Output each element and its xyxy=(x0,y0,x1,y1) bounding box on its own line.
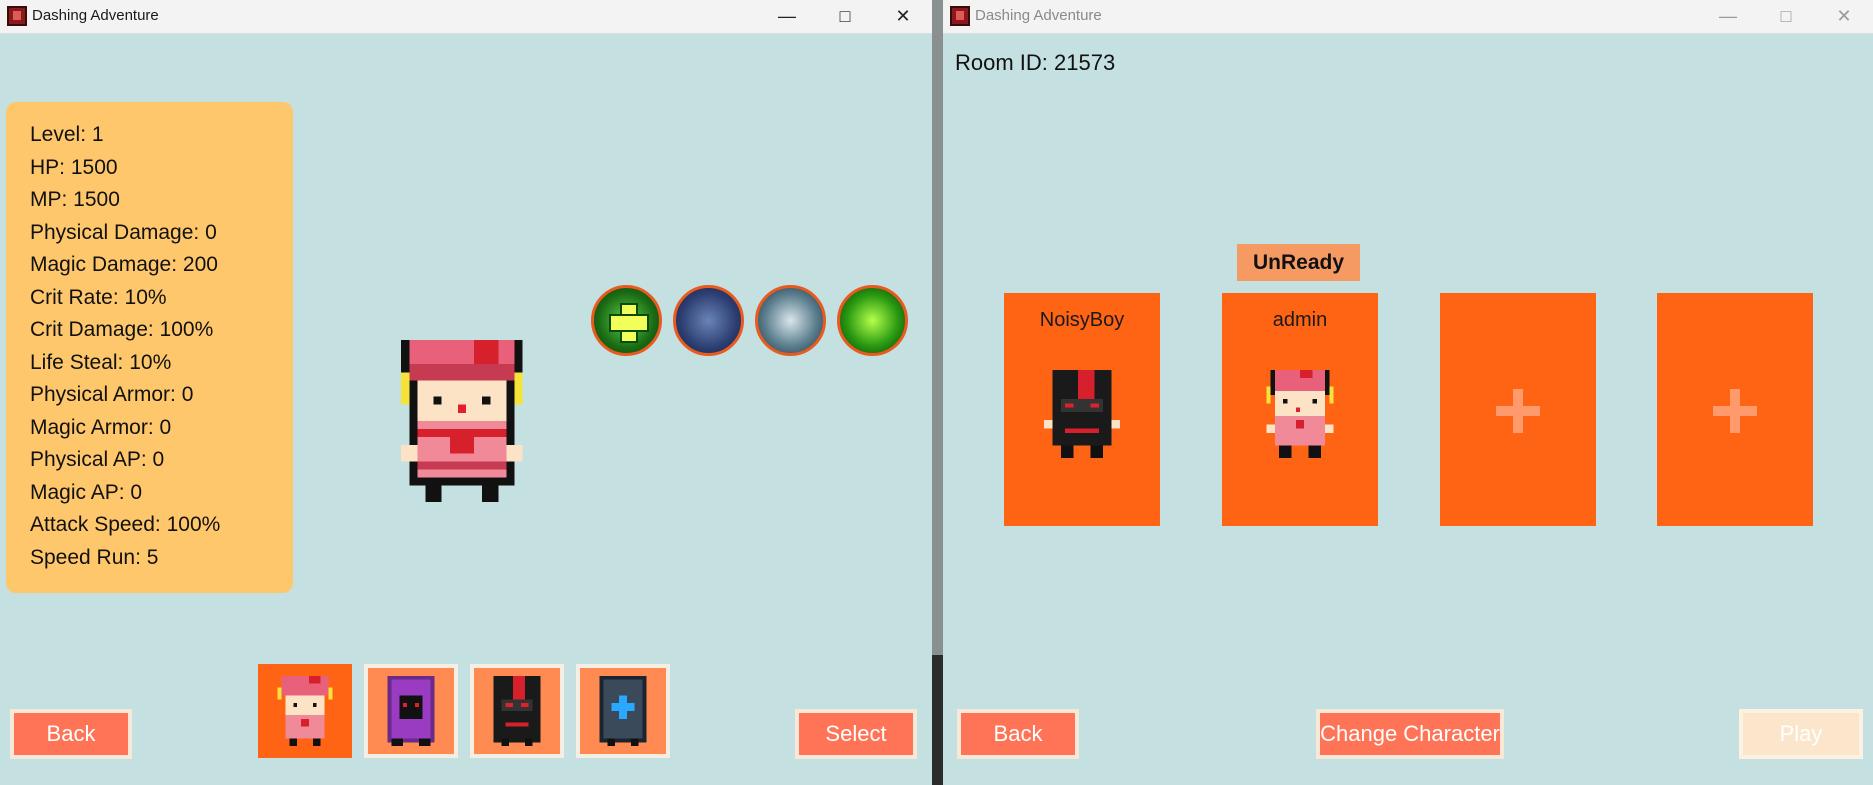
ready-status-badge: UnReady xyxy=(1237,244,1360,281)
minimize-button[interactable]: — xyxy=(1699,0,1757,32)
app-icon xyxy=(7,6,27,26)
stat-hp: HP: 1500 xyxy=(30,155,118,179)
character-slot-black-ninja[interactable] xyxy=(470,664,564,758)
app-icon xyxy=(950,6,970,26)
pink-beret-girl-icon xyxy=(1266,369,1334,458)
character-slot-pink-beret-girl[interactable] xyxy=(258,664,352,758)
stats-panel: Level: 1 HP: 1500 MP: 1500 Physical Dama… xyxy=(6,102,293,593)
player-name: admin xyxy=(1272,309,1328,331)
window-title: Dashing Adventure xyxy=(975,7,1102,24)
stat-attack-speed: Attack Speed: 100% xyxy=(30,513,221,536)
close-button[interactable]: ✕ xyxy=(874,0,932,32)
back-button[interactable]: Back xyxy=(957,709,1079,759)
black-ninja-icon xyxy=(1044,369,1120,458)
stat-magic-damage: Magic Damage: 200 xyxy=(30,253,218,276)
back-button[interactable]: Back xyxy=(10,709,132,759)
pink-beret-girl-icon xyxy=(277,675,333,747)
player-card-1: NoisyBoy xyxy=(1004,293,1160,526)
minimize-icon: — xyxy=(778,5,796,26)
stat-crit-rate: Crit Rate: 10% xyxy=(30,285,167,309)
player-card-3-empty[interactable] xyxy=(1440,293,1596,526)
close-icon: ✕ xyxy=(1836,5,1852,26)
add-player-icon[interactable] xyxy=(1713,389,1757,433)
stat-magic-ap: Magic AP: 0 xyxy=(30,480,143,504)
character-slot-purple-mage[interactable] xyxy=(364,664,458,758)
player-card-2: admin xyxy=(1222,293,1378,526)
character-slot-blue-knight[interactable] xyxy=(576,664,670,758)
play-button[interactable]: Play xyxy=(1739,709,1863,759)
purple-hooded-mage-icon xyxy=(387,675,435,747)
stat-physical-armor: Physical Armor: 0 xyxy=(30,383,194,406)
minimize-icon: — xyxy=(1719,5,1737,26)
hero-preview-sprite xyxy=(401,339,523,502)
maximize-button[interactable]: □ xyxy=(1757,0,1815,32)
close-button[interactable]: ✕ xyxy=(1815,0,1873,32)
minimize-button[interactable]: — xyxy=(758,0,816,32)
black-ninja-icon xyxy=(493,675,541,747)
heal-skill-icon[interactable] xyxy=(591,285,662,356)
title-bar[interactable]: Dashing Adventure — □ ✕ xyxy=(943,0,1873,34)
room-id-label: Room ID: 21573 xyxy=(955,50,1116,75)
maximize-icon: □ xyxy=(1780,5,1792,26)
player-card-4-empty[interactable] xyxy=(1657,293,1813,526)
stat-physical-damage: Physical Damage: 0 xyxy=(30,220,217,244)
window-title: Dashing Adventure xyxy=(32,7,159,24)
change-character-button[interactable]: Change Character xyxy=(1316,709,1504,759)
maximize-icon: □ xyxy=(839,5,851,26)
add-player-icon[interactable] xyxy=(1496,389,1540,433)
player-name: NoisyBoy xyxy=(1039,309,1125,331)
stat-life-steal: Life Steal: 10% xyxy=(30,350,172,374)
close-icon: ✕ xyxy=(895,5,911,26)
title-bar[interactable]: Dashing Adventure — □ ✕ xyxy=(0,0,932,34)
select-button[interactable]: Select xyxy=(795,709,917,759)
stat-level: Level: 1 xyxy=(30,123,104,146)
stat-mp: MP: 1500 xyxy=(30,188,120,211)
stat-crit-damage: Crit Damage: 100% xyxy=(30,318,214,341)
stat-physical-ap: Physical AP: 0 xyxy=(30,448,165,471)
stat-magic-armor: Magic Armor: 0 xyxy=(30,415,172,439)
room-lobby-window: Dashing Adventure — □ ✕ Room ID: 21573 U… xyxy=(943,0,1873,785)
window-divider xyxy=(932,0,943,785)
stat-speed-run: Speed Run: 5 xyxy=(30,545,159,569)
maximize-button[interactable]: □ xyxy=(816,0,874,32)
guardian-skill-icon[interactable] xyxy=(755,285,826,356)
water-spirit-skill-icon[interactable] xyxy=(673,285,744,356)
shadow-aura-skill-icon[interactable] xyxy=(837,285,908,356)
character-select-window: Dashing Adventure — □ ✕ Level: 1 HP: 150… xyxy=(0,0,932,785)
blue-armored-knight-icon xyxy=(599,675,647,747)
